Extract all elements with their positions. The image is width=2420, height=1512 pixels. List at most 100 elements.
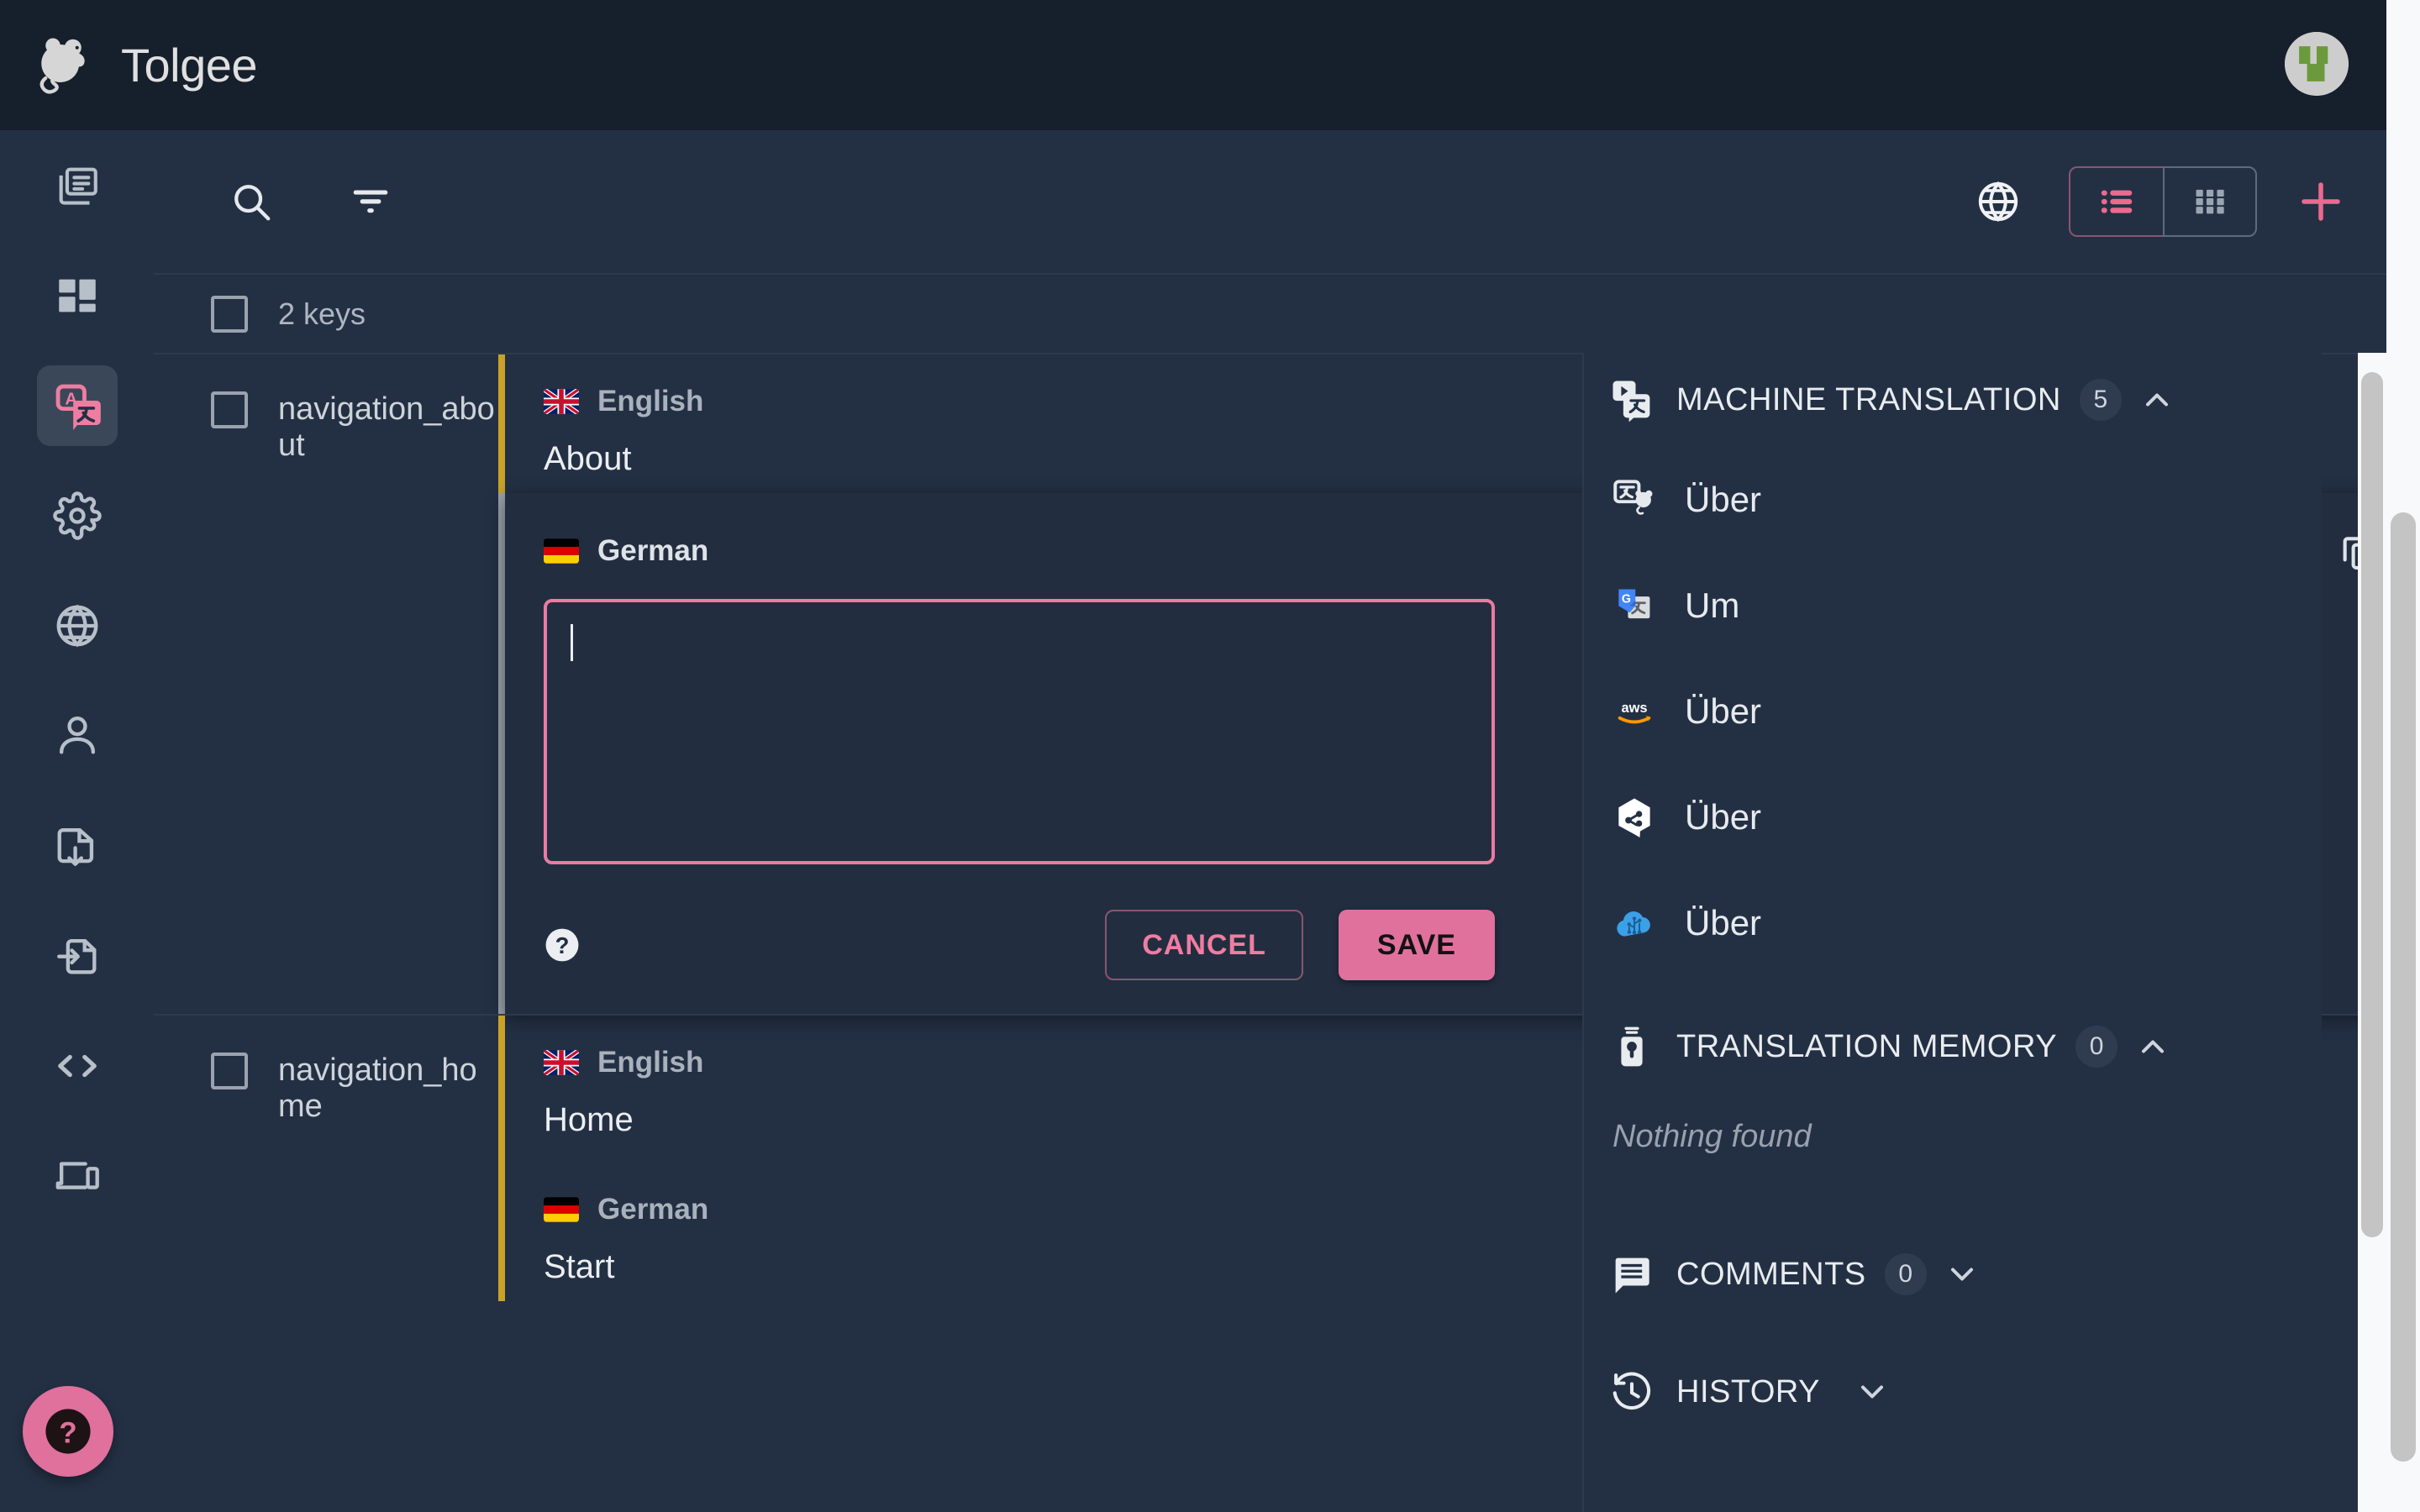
section-title: HISTORY bbox=[1676, 1374, 1820, 1410]
cancel-button[interactable]: CANCEL bbox=[1105, 910, 1303, 980]
select-all-checkbox[interactable] bbox=[211, 296, 248, 333]
history-icon bbox=[1609, 1369, 1655, 1415]
section-header-machine-translation[interactable]: MACHINE TRANSLATION 5 bbox=[1584, 353, 2322, 447]
sidebar-item-dashboard[interactable] bbox=[0, 240, 154, 350]
translation-memory-icon bbox=[1609, 1024, 1655, 1069]
sidebar-item-import[interactable] bbox=[0, 900, 154, 1011]
sidebar-item-translations[interactable]: A bbox=[0, 350, 154, 460]
projects-icon bbox=[53, 161, 102, 210]
search-icon bbox=[229, 179, 274, 224]
svg-text:aws: aws bbox=[1621, 701, 1647, 716]
view-mode-grid-button[interactable] bbox=[2163, 166, 2257, 237]
sidebar-item-integrate[interactable] bbox=[0, 1121, 154, 1231]
flag-de-icon bbox=[544, 1197, 579, 1222]
section-title: COMMENTS bbox=[1676, 1257, 1866, 1293]
row-checkbox[interactable] bbox=[211, 391, 248, 428]
filter-icon bbox=[348, 179, 393, 224]
key-cell: navigation_home bbox=[154, 1016, 498, 1301]
help-circle-icon[interactable]: ? bbox=[544, 927, 581, 963]
avatar-image bbox=[2285, 32, 2349, 96]
languages-selector-button[interactable] bbox=[1958, 161, 2039, 242]
left-sidebar: A bbox=[0, 130, 154, 1512]
filter-button[interactable] bbox=[330, 161, 411, 242]
section-header-history[interactable]: HISTORY bbox=[1584, 1345, 2322, 1439]
editor-language-label: German bbox=[597, 534, 708, 568]
plus-icon bbox=[2296, 176, 2346, 227]
chevron-up-icon[interactable] bbox=[2134, 1028, 2171, 1065]
top-bar: Tolgee bbox=[0, 0, 2420, 130]
add-key-button[interactable] bbox=[2287, 168, 2354, 235]
mt-suggestion-text: Über bbox=[1685, 480, 1761, 520]
section-title: TRANSLATION MEMORY bbox=[1676, 1029, 2057, 1065]
mt-suggestion-text: Über bbox=[1685, 797, 1761, 837]
deepl-icon bbox=[1612, 795, 1656, 839]
mt-suggestion-item[interactable]: G Um bbox=[1584, 553, 2322, 659]
dashboard-icon bbox=[53, 271, 102, 320]
tolgee-app-window: Tolgee bbox=[0, 0, 2420, 1512]
grid-view-icon bbox=[2191, 182, 2229, 221]
mt-suggestion-item[interactable]: Über bbox=[1584, 447, 2322, 553]
sidebar-item-settings[interactable] bbox=[0, 460, 154, 570]
chevron-up-icon[interactable] bbox=[2139, 381, 2175, 418]
translation-textarea[interactable] bbox=[544, 599, 1495, 864]
list-view-icon bbox=[2097, 182, 2136, 221]
language-label: English bbox=[597, 385, 703, 418]
app-title: Tolgee bbox=[121, 38, 257, 92]
translations-toolbar bbox=[154, 130, 2420, 273]
translation-state-bar bbox=[498, 1016, 505, 1301]
flag-de-icon bbox=[544, 538, 579, 564]
translation-state-bar-editing bbox=[498, 493, 505, 1014]
search-button[interactable] bbox=[211, 161, 292, 242]
key-cell-spacer bbox=[154, 493, 498, 1014]
mt-suggestion-item[interactable]: Über bbox=[1584, 870, 2322, 976]
machine-translation-icon bbox=[1609, 377, 1655, 423]
svg-text:?: ? bbox=[555, 932, 570, 958]
mt-suggestion-item[interactable]: Über bbox=[1584, 764, 2322, 870]
mt-suggestion-text: Über bbox=[1685, 691, 1761, 732]
help-fab-button[interactable]: ? bbox=[23, 1386, 113, 1477]
import-file-icon bbox=[53, 932, 102, 980]
editor-footer: ? CANCEL SAVE bbox=[544, 910, 1495, 980]
chevron-down-icon[interactable] bbox=[1944, 1256, 1981, 1293]
avatar[interactable] bbox=[2285, 32, 2349, 96]
language-label: German bbox=[597, 1193, 708, 1226]
save-button[interactable]: SAVE bbox=[1339, 910, 1495, 980]
person-icon bbox=[53, 711, 102, 760]
svg-text:?: ? bbox=[59, 1416, 76, 1449]
sidebar-item-export[interactable] bbox=[0, 790, 154, 900]
flag-gb-icon bbox=[544, 1050, 579, 1075]
comment-icon bbox=[1609, 1252, 1655, 1297]
key-name[interactable]: navigation_about bbox=[278, 391, 498, 463]
mt-suggestion-item[interactable]: aws Über bbox=[1584, 659, 2322, 764]
sidebar-item-projects[interactable] bbox=[0, 130, 154, 240]
flag-gb-icon bbox=[544, 389, 579, 414]
app-logo[interactable]: Tolgee bbox=[32, 32, 257, 99]
translations-icon: A bbox=[53, 381, 102, 430]
chevron-down-icon[interactable] bbox=[1854, 1373, 1891, 1410]
view-mode-toggle bbox=[2069, 166, 2257, 237]
section-header-comments[interactable]: COMMENTS 0 bbox=[1584, 1227, 2322, 1321]
sidebar-item-developer[interactable] bbox=[0, 1011, 154, 1121]
tolgee-mouse-logo-icon bbox=[32, 32, 99, 99]
translation-memory-empty-text: Nothing found bbox=[1584, 1094, 2322, 1180]
translation-tools-panel: MACHINE TRANSLATION 5 Über bbox=[1582, 353, 2322, 1512]
gear-icon bbox=[53, 491, 102, 540]
section-title: MACHINE TRANSLATION bbox=[1676, 382, 2061, 418]
aws-icon: aws bbox=[1612, 690, 1656, 733]
key-cell: navigation_about bbox=[154, 354, 498, 493]
tolgee-translator-icon bbox=[1612, 478, 1656, 522]
key-name[interactable]: navigation_home bbox=[278, 1053, 498, 1124]
row-checkbox[interactable] bbox=[211, 1053, 248, 1089]
sidebar-item-languages[interactable] bbox=[0, 570, 154, 680]
text-caret bbox=[571, 624, 573, 661]
page-scrollbar-thumb[interactable] bbox=[2391, 512, 2416, 1462]
sidebar-item-members[interactable] bbox=[0, 680, 154, 790]
view-mode-list-button[interactable] bbox=[2069, 166, 2163, 237]
section-header-translation-memory[interactable]: TRANSLATION MEMORY 0 bbox=[1584, 1000, 2322, 1094]
export-file-icon bbox=[53, 822, 102, 870]
globe-icon bbox=[1975, 179, 2021, 224]
devices-icon bbox=[53, 1152, 102, 1200]
panel-scrollbar-thumb[interactable] bbox=[2361, 372, 2383, 1237]
mt-suggestion-text: Über bbox=[1685, 903, 1761, 943]
page-scrollbar-track[interactable] bbox=[2386, 0, 2420, 1512]
